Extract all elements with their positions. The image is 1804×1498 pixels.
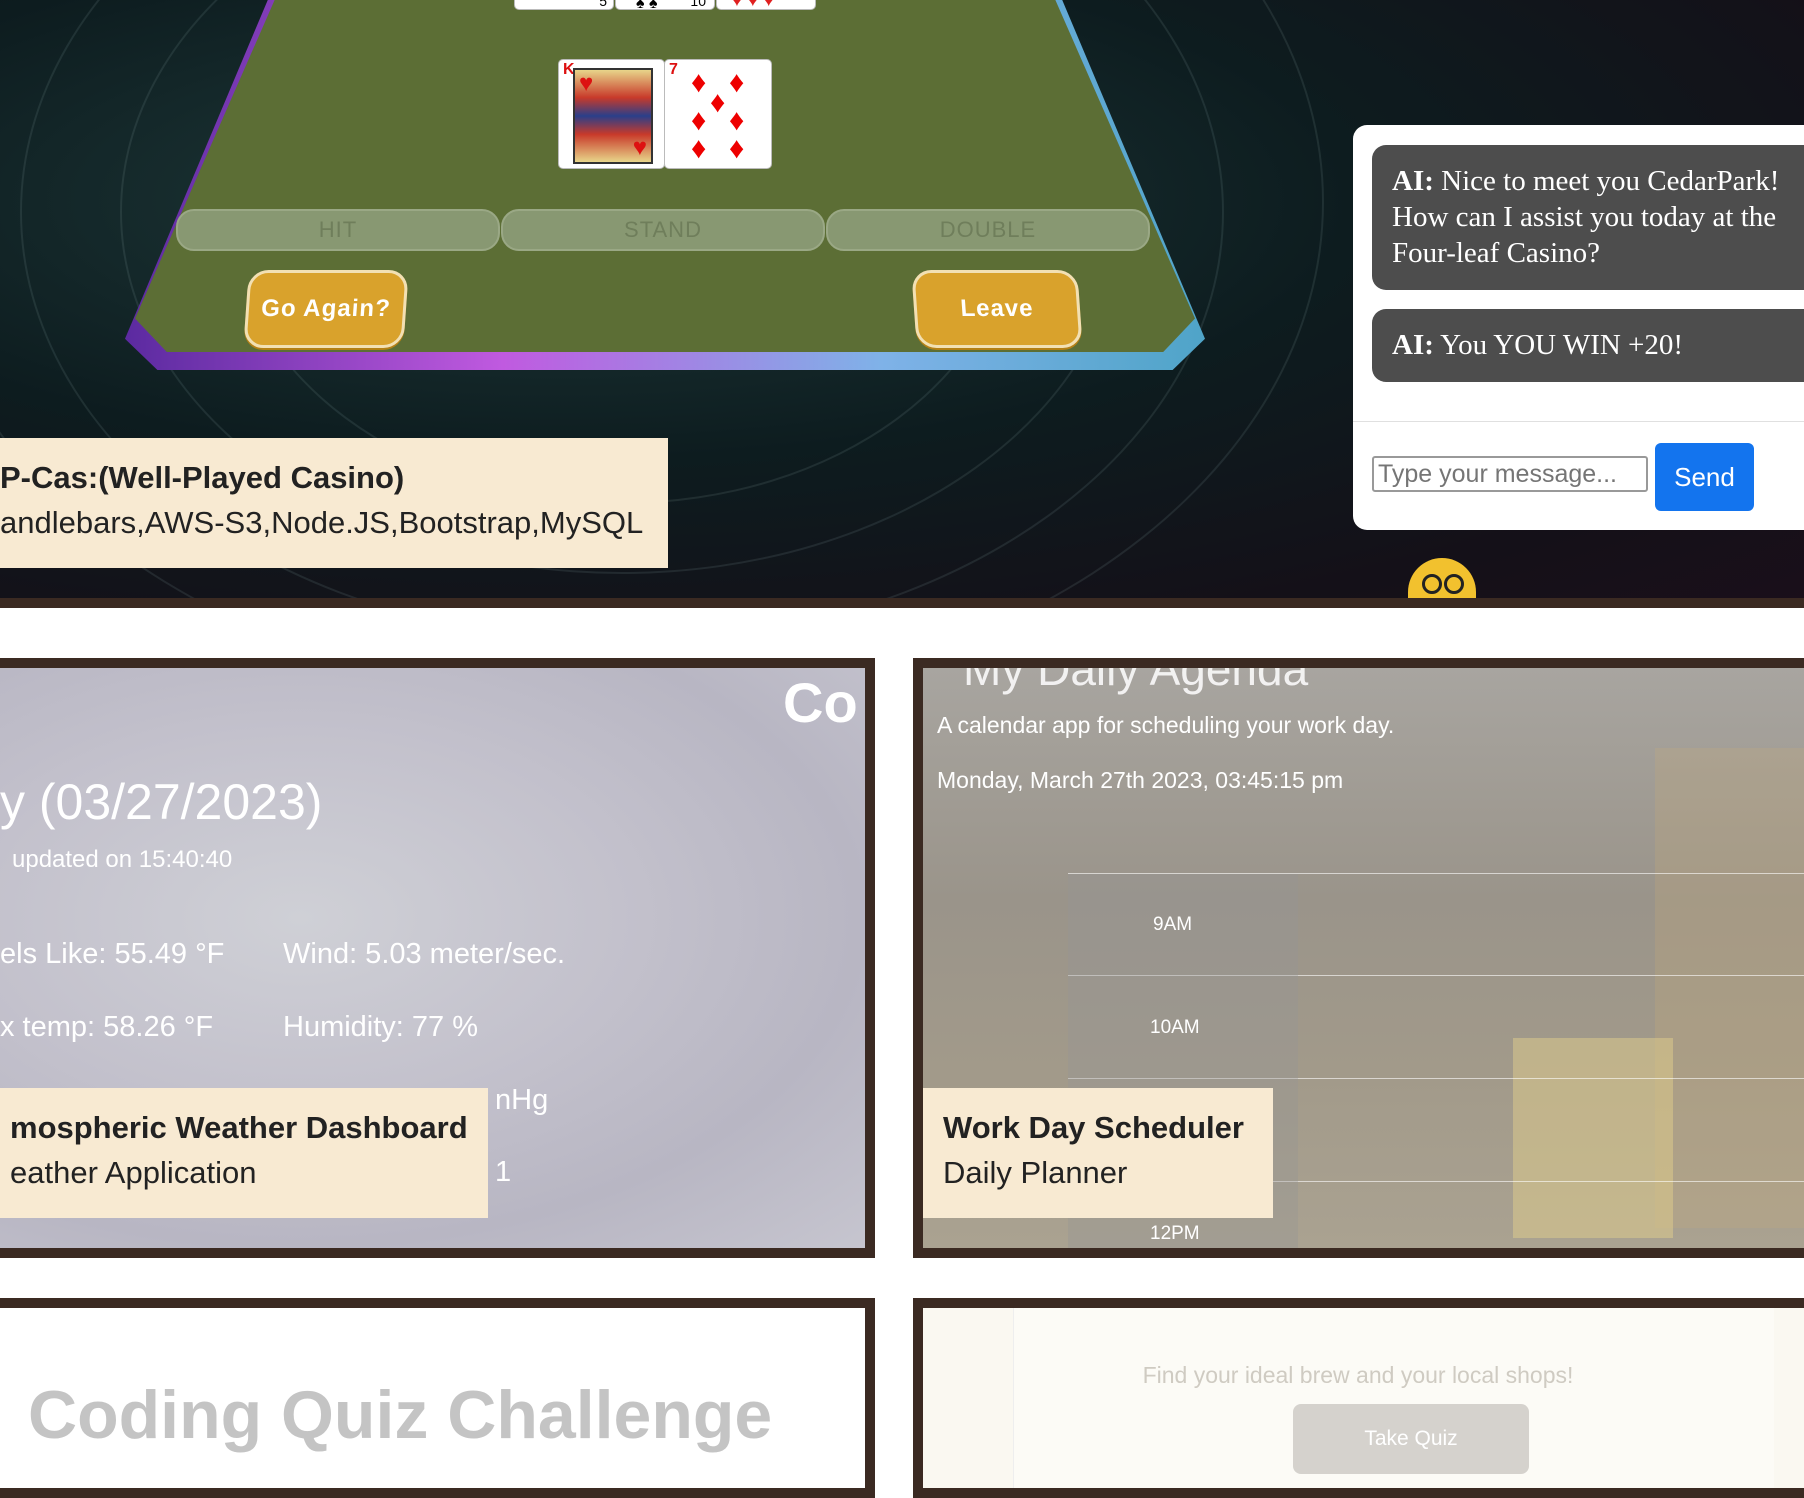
wind-text: Wind: 5.03 meter/sec. — [283, 938, 566, 970]
quiz-title: Coding Quiz Challenge — [28, 1377, 773, 1453]
section-divider — [0, 598, 1804, 608]
scheduler-description: A calendar app for scheduling your work … — [937, 712, 1395, 738]
dealer-card: ♠ ♠ 10 — [615, 0, 715, 12]
leave-button[interactable]: Leave — [911, 270, 1083, 348]
casino-caption: P-Cas:(Well-Played Casino) andlebars,AWS… — [0, 438, 668, 568]
weather-caption: mospheric Weather Dashboard eather Appli… — [0, 1088, 488, 1218]
feels-like-text: els Like: 55.49 °F — [0, 938, 225, 970]
weather-date-heading: y (03/27/2023) — [0, 774, 323, 830]
casino-project-preview[interactable]: 5 ♠ ♠ 10 ♥♥♥ K ♥ ♥ 7 ♦ ♦ ♦ ♦ ♦ ♦ ♦ HIT STAN… — [0, 0, 1804, 608]
scheduler-heading: My Daily Agenda — [963, 658, 1309, 695]
chat-message-input[interactable] — [1372, 456, 1648, 492]
current-datetime: Monday, March 27th 2023, 03:45:15 pm — [937, 767, 1344, 793]
diamond-pips-icon: ♦ ♦ ♦ ♦ ♦ ♦ ♦ — [691, 66, 745, 165]
chat-divider — [1353, 421, 1804, 422]
dealer-card: ♥♥♥ — [716, 0, 816, 11]
project-subtitle: andlebars,AWS-S3,Node.JS,Bootstrap,MySQL — [0, 505, 644, 540]
message-sender: AI: — [1392, 329, 1434, 361]
project-subtitle: eather Application — [10, 1155, 257, 1190]
project-title: Work Day Scheduler — [943, 1110, 1244, 1145]
work-day-scheduler-project-preview[interactable]: My Daily Agenda A calendar app for sched… — [913, 658, 1804, 1258]
hour-label: 12PM — [1150, 1223, 1200, 1244]
card-rank: 10 — [690, 0, 706, 9]
card-suit-icon: ♥♥♥ — [731, 0, 779, 11]
player-card-seven-diamonds: 7 ♦ ♦ ♦ ♦ ♦ ♦ ♦ — [664, 59, 772, 169]
player-card-king-hearts: K ♥ ♥ — [558, 59, 665, 169]
weather-dashboard-project-preview[interactable]: Co y (03/27/2023) updated on 15:40:40 el… — [0, 658, 875, 1258]
pressure-text: nHg — [495, 1084, 549, 1116]
hour-label: 10AM — [1150, 1017, 1200, 1038]
coffee-tagline: Find your ideal brew and your local shop… — [1142, 1362, 1574, 1388]
coding-quiz-project-preview[interactable]: Coding Quiz Challenge — [0, 1298, 875, 1498]
project-title: P-Cas:(Well-Played Casino) — [0, 460, 405, 495]
message-sender: AI: — [1392, 165, 1434, 197]
last-updated-text: updated on 15:40:40 — [12, 846, 233, 873]
stand-button[interactable]: STAND — [501, 209, 825, 251]
chat-message: AI: Nice to meet you CedarPark! How can … — [1372, 145, 1804, 290]
chat-message: AI: You YOU WIN +20! — [1372, 309, 1804, 382]
humidity-text: Humidity: 77 % — [283, 1011, 479, 1043]
card-suit-icon: ♠ ♠ — [636, 0, 658, 12]
partial-value-text: 1 — [495, 1156, 512, 1188]
dealer-card: 5 — [514, 0, 614, 10]
message-text: Nice to meet you CedarPark! How can I as… — [1392, 165, 1780, 269]
hit-button[interactable]: HIT — [176, 209, 500, 251]
background-window — [1655, 748, 1804, 1228]
double-button[interactable]: DOUBLE — [826, 209, 1150, 251]
hour-label: 9AM — [1153, 914, 1193, 935]
max-temp-text: x temp: 58.26 °F — [0, 1011, 214, 1043]
send-button[interactable]: Send — [1655, 443, 1754, 511]
coffee-quiz-project-preview[interactable]: Find your ideal brew and your local shop… — [913, 1298, 1804, 1498]
go-again-button[interactable]: Go Again? — [243, 270, 409, 348]
scheduler-caption: Work Day Scheduler Daily Planner — [923, 1088, 1273, 1218]
take-quiz-button[interactable]: Take Quiz — [1293, 1404, 1529, 1474]
weather-header-text: Co — [783, 671, 858, 734]
project-subtitle: Daily Planner — [943, 1155, 1128, 1190]
message-text: You YOU WIN +20! — [1433, 329, 1684, 361]
ai-chat-widget: AI: Nice to meet you CedarPark! How can … — [1353, 125, 1804, 530]
card-rank: 5 — [599, 0, 607, 9]
king-face-icon: ♥ ♥ — [573, 68, 653, 164]
background-doorway — [1513, 1038, 1673, 1238]
project-title: mospheric Weather Dashboard — [10, 1110, 468, 1145]
card-rank: 7 — [669, 61, 678, 78]
